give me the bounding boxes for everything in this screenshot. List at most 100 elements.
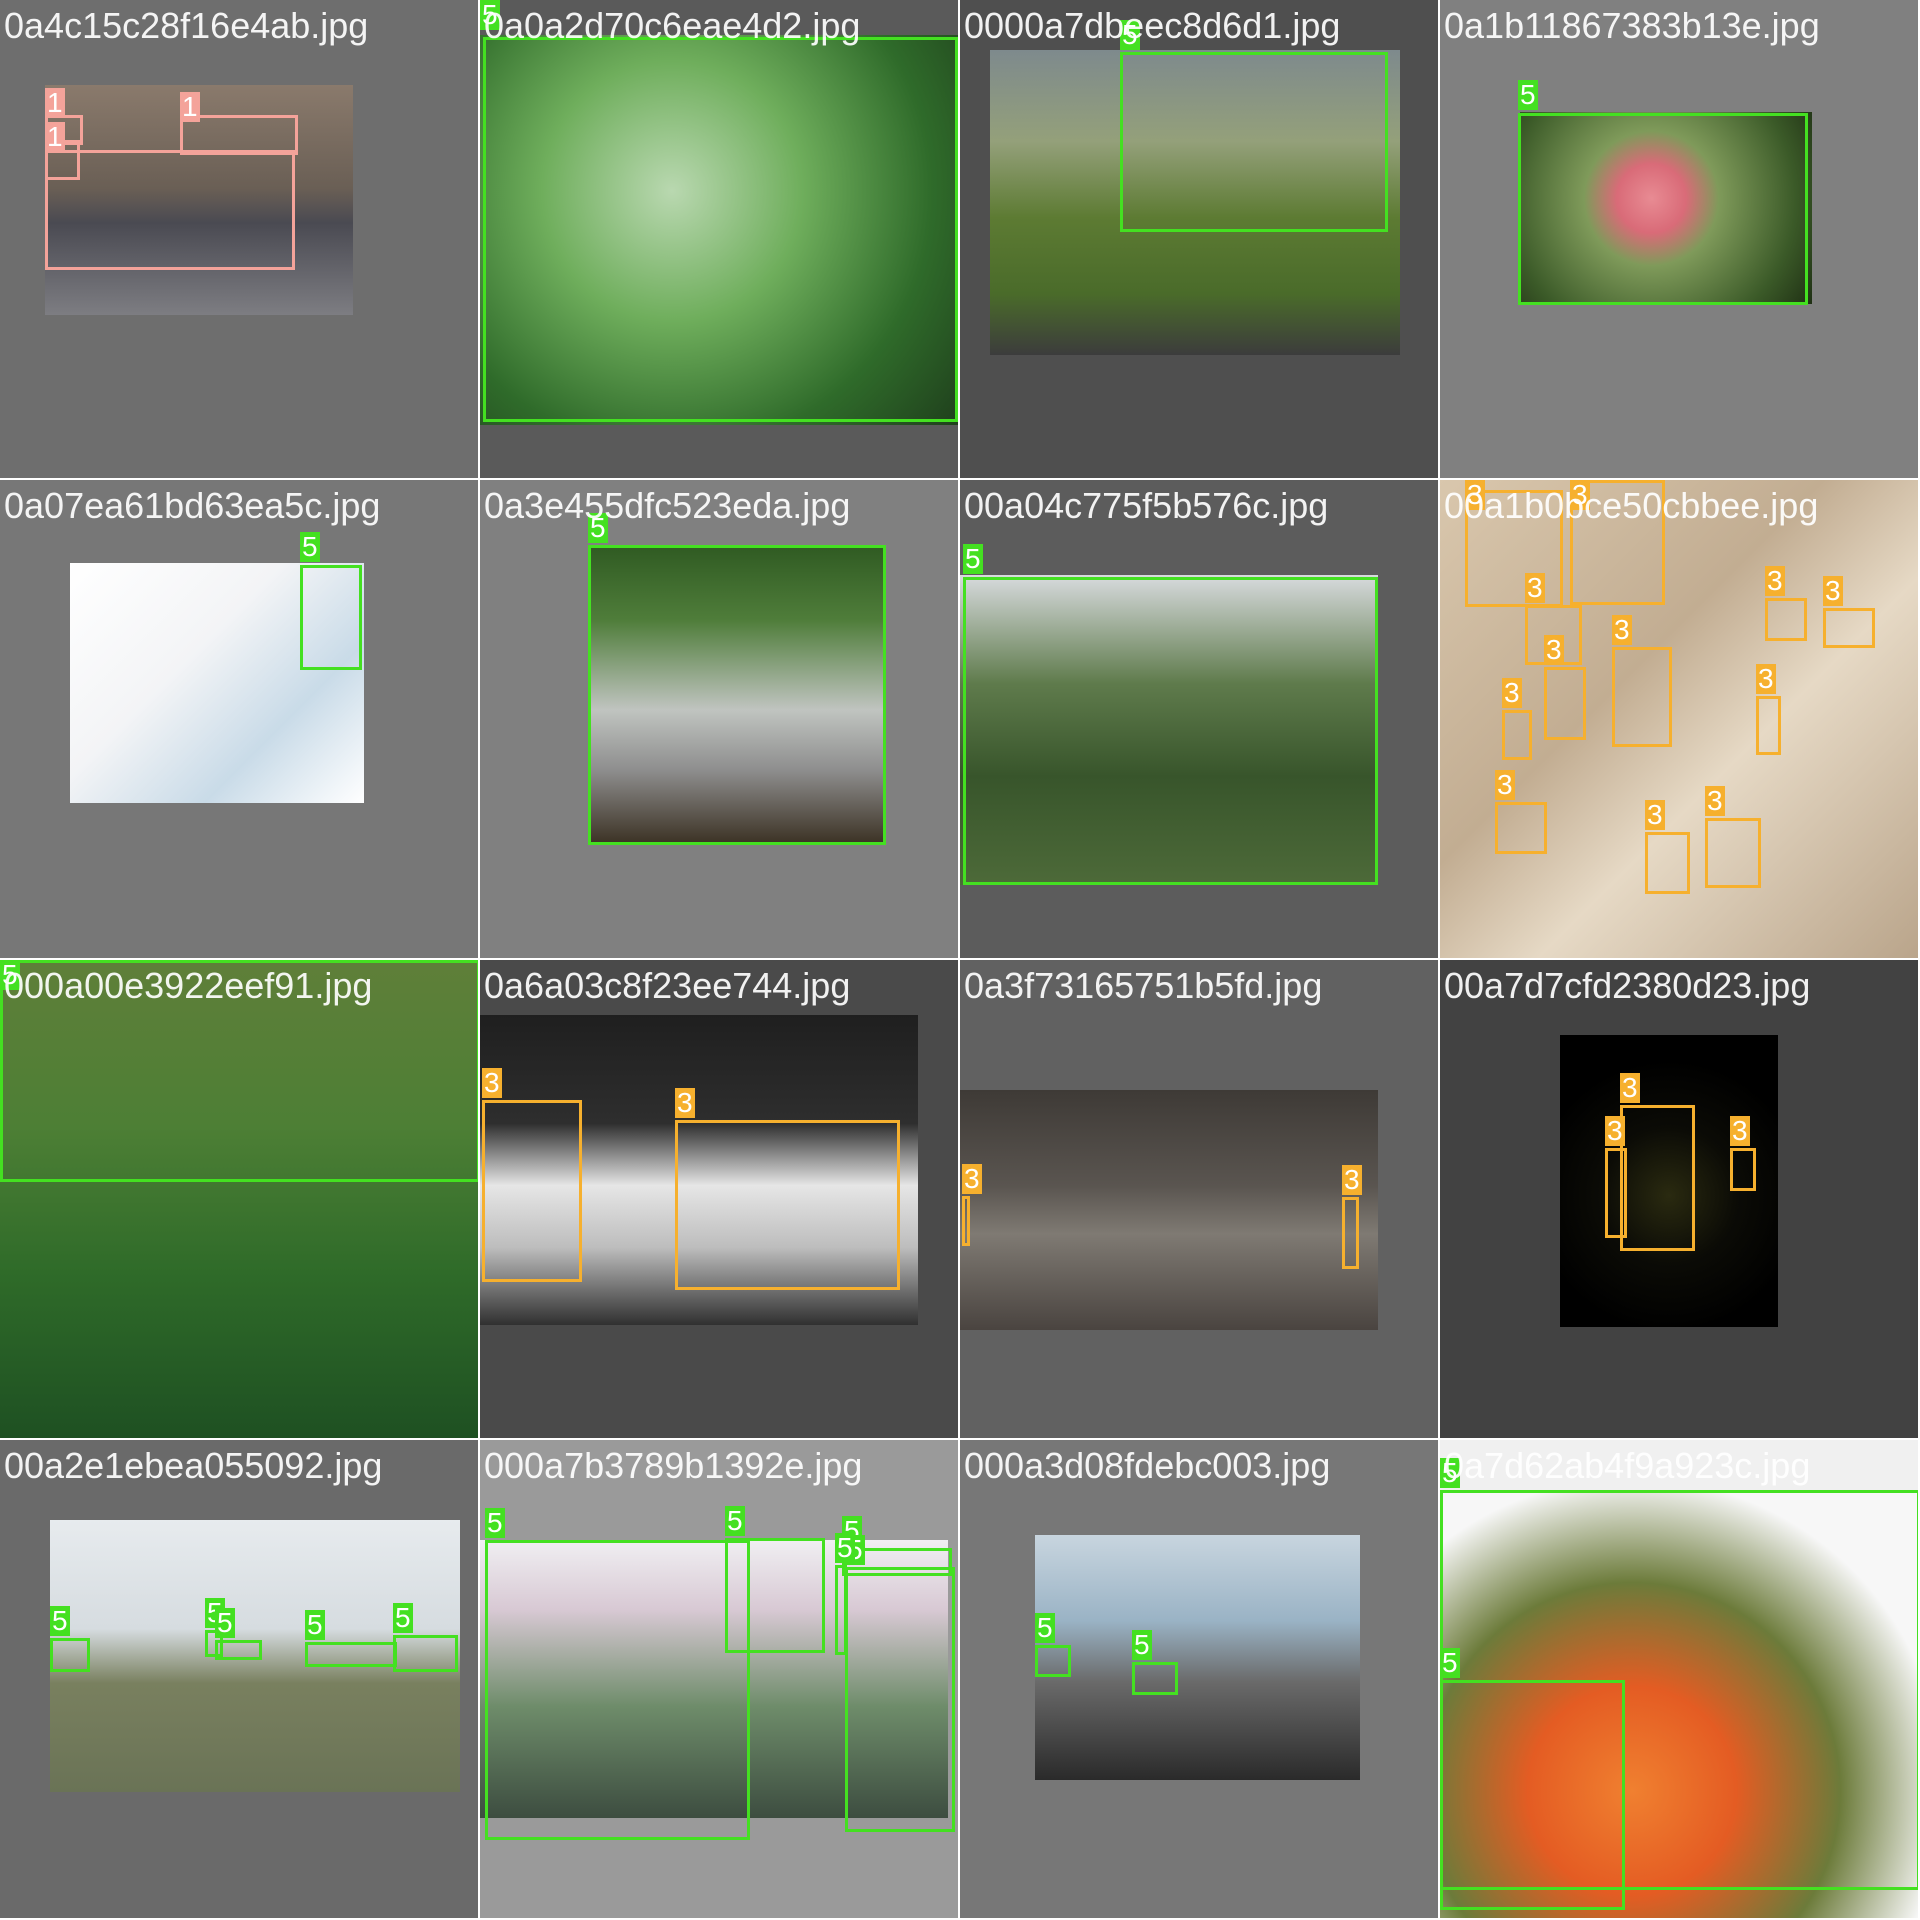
class-label-tag: 3 (1612, 614, 1632, 645)
class-label-tag: 5 (1035, 1612, 1055, 1643)
detection-box (1440, 1680, 1625, 1910)
class-label-tag: 3 (1756, 663, 1776, 694)
mosaic-tile: 5 5 5 5 5 000a7b3789b1392e.jpg (480, 1440, 958, 1918)
mosaic-tile: 5 0a3e455dfc523eda.jpg (480, 480, 958, 958)
mosaic-tile: 11110a4c15c28f16e4ab.jpg (0, 0, 478, 478)
tile-filename: 0a07ea61bd63ea5c.jpg (4, 485, 381, 526)
class-label-tag: 5 (485, 1507, 505, 1538)
detection-box (675, 1120, 900, 1290)
mosaic-tile: 5 00a04c775f5b576c.jpg (960, 480, 1438, 958)
tile-filename: 0a3e455dfc523eda.jpg (484, 485, 851, 526)
class-label-tag: 3 (1823, 575, 1843, 606)
detection-box (1120, 52, 1388, 232)
detection-box (1756, 696, 1781, 755)
class-label-tag: 3 (482, 1067, 502, 1098)
detection-box (1132, 1662, 1178, 1695)
class-label-tag: 3 (1605, 1115, 1625, 1146)
detection-box (50, 1638, 90, 1672)
tile-filename: 0a6a03c8f23ee744.jpg (484, 965, 851, 1006)
detection-box (1620, 1105, 1695, 1251)
detection-box (1605, 1148, 1627, 1238)
class-label-tag: 5 (1440, 1647, 1460, 1678)
tile-filename: 00a04c775f5b576c.jpg (964, 485, 1329, 526)
class-label-tag: 3 (1730, 1115, 1750, 1146)
class-label-tag: 5 (1518, 79, 1538, 110)
detection-box (300, 565, 362, 670)
mosaic-tile: 5 0a07ea61bd63ea5c.jpg (0, 480, 478, 958)
mosaic-grid: 11110a4c15c28f16e4ab.jpg50a0a2d70c6eae4d… (0, 0, 1920, 1920)
detection-box (1518, 113, 1808, 305)
mosaic-tile: 3 3 3 00a7d7cfd2380d23.jpg (1440, 960, 1918, 1438)
class-label-tag: 5 (963, 543, 983, 574)
detection-box (1705, 818, 1761, 888)
class-label-tag: 3 (1525, 572, 1545, 603)
detection-box (305, 1642, 397, 1667)
mosaic-tile: 5 5 0a7d62ab4f9a923c.jpg (1440, 1440, 1918, 1918)
mosaic-tile: 3 3 0a3f73165751b5fd.jpg (960, 960, 1438, 1438)
class-label-tag: 5 (300, 531, 320, 562)
tile-filename: 000a3d08fdebc003.jpg (964, 1445, 1331, 1486)
detection-box (215, 1640, 262, 1660)
detection-box (482, 1100, 582, 1282)
class-label-tag: 5 (725, 1505, 745, 1536)
class-label-tag: 5 (215, 1607, 235, 1638)
class-label-tag: 3 (1502, 677, 1522, 708)
class-label-tag: 3 (1342, 1164, 1362, 1195)
class-label-tag: 3 (1544, 634, 1564, 665)
detection-box (1823, 608, 1875, 648)
class-label-tag: 3 (1645, 799, 1665, 830)
tile-filename: 00a1b0bce50cbbee.jpg (1444, 485, 1819, 526)
tile-filename: 0a4c15c28f16e4ab.jpg (4, 5, 369, 46)
tile-filename: 000a7b3789b1392e.jpg (484, 1445, 863, 1486)
photo-thumbnail (960, 1090, 1378, 1330)
detection-box (483, 37, 958, 422)
detection-box (962, 1196, 970, 1246)
detection-box (725, 1538, 825, 1653)
detection-box (1502, 710, 1532, 760)
detection-box (845, 1567, 955, 1832)
class-label-tag: 3 (675, 1087, 695, 1118)
detection-box (45, 150, 295, 270)
class-label-tag: 3 (1705, 785, 1725, 816)
class-label-tag: 3 (1495, 769, 1515, 800)
class-label-tag: 5 (305, 1609, 325, 1640)
tile-filename: 0a1b11867383b13e.jpg (1444, 5, 1820, 46)
mosaic-tile: 5 0000a7dbeec8d6d1.jpg (960, 0, 1438, 478)
detection-box (393, 1635, 458, 1672)
detection-box (835, 1565, 847, 1655)
detection-box (1544, 667, 1586, 740)
mosaic-tile: 3 3 0a6a03c8f23ee744.jpg (480, 960, 958, 1438)
mosaic-tile: 5555500a2e1ebea055092.jpg (0, 1440, 478, 1918)
detection-box (963, 577, 1378, 885)
class-label-tag: 3 (1765, 565, 1785, 596)
detection-box (1730, 1148, 1756, 1191)
class-label-tag: 1 (45, 87, 65, 118)
tile-filename: 0a3f73165751b5fd.jpg (964, 965, 1323, 1006)
detection-box (1612, 647, 1672, 747)
photo-thumbnail (1035, 1535, 1360, 1780)
class-label-tag: 5 (393, 1602, 413, 1633)
tile-filename: 00a7d7cfd2380d23.jpg (1444, 965, 1811, 1006)
detection-box (588, 545, 886, 845)
tile-filename: 00a2e1ebea055092.jpg (4, 1445, 383, 1486)
mosaic-tile: 5 0a1b11867383b13e.jpg (1440, 0, 1918, 478)
class-label-tag: 3 (962, 1163, 982, 1194)
detection-box (1645, 832, 1690, 894)
detection-box (1342, 1197, 1359, 1269)
class-label-tag: 5 (50, 1605, 70, 1636)
class-label-tag: 5 (835, 1532, 855, 1563)
tile-filename: 0a0a2d70c6eae4d2.jpg (484, 5, 861, 46)
detection-box (1035, 1645, 1071, 1677)
class-label-tag: 1 (180, 91, 200, 122)
tile-filename: 000a00e3922eef91.jpg (4, 965, 373, 1006)
tile-filename: 0a7d62ab4f9a923c.jpg (1444, 1445, 1811, 1486)
class-label-tag: 1 (45, 121, 65, 152)
class-label-tag: 3 (1620, 1072, 1640, 1103)
detection-box (1765, 598, 1807, 641)
mosaic-tile: 3 3 3 3 3 3 3 3 3 3 3 3 00a1b0bce50cbbee.jpg (1440, 480, 1918, 958)
detection-box (485, 1540, 750, 1840)
mosaic-tile: 5 0a0a2d70c6eae4d2.jpg (480, 0, 958, 478)
class-label-tag: 5 (1132, 1629, 1152, 1660)
mosaic-tile: 5 5 000a3d08fdebc003.jpg (960, 1440, 1438, 1918)
detection-box (1495, 802, 1547, 854)
